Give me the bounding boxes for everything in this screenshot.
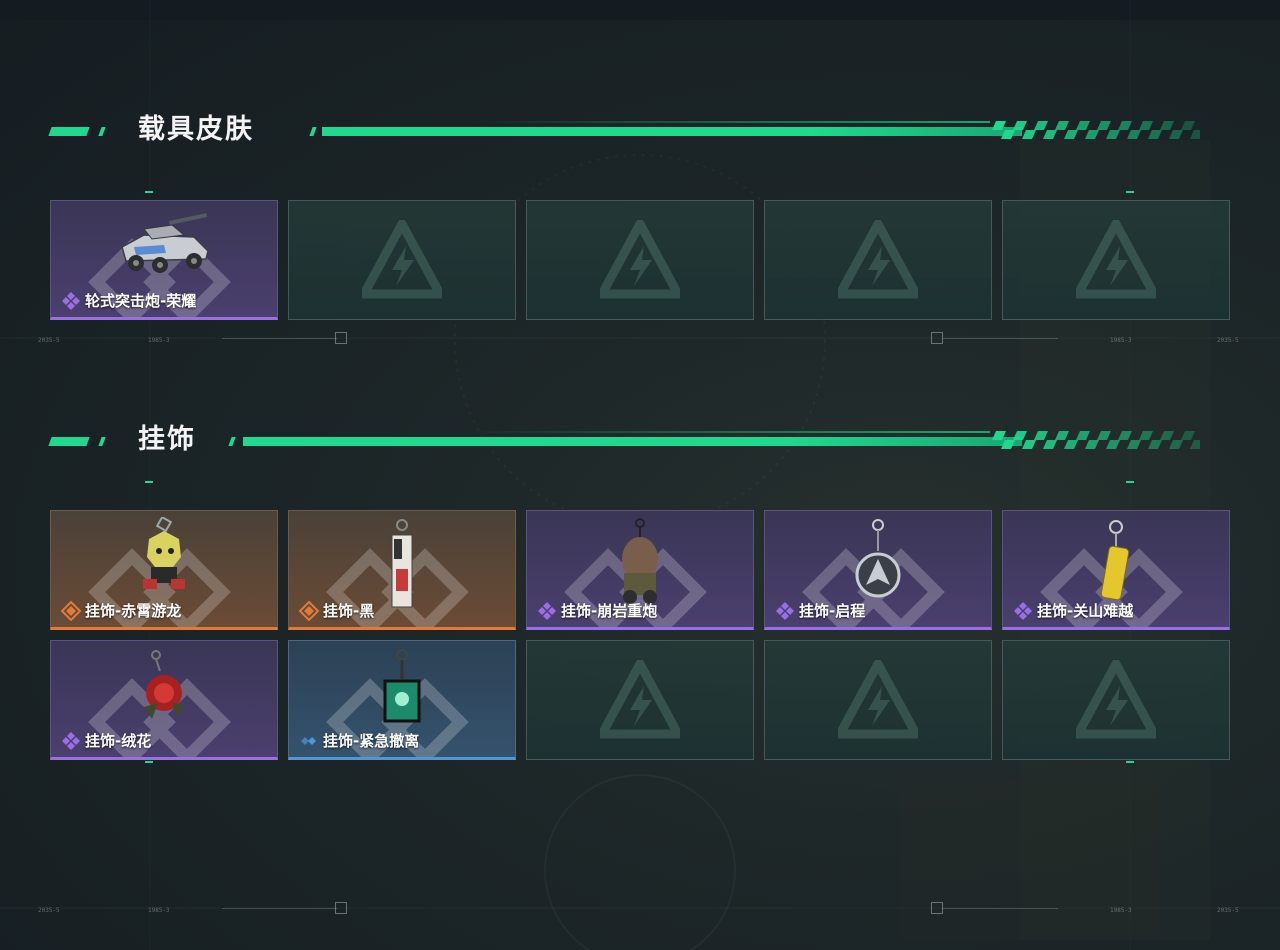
- pendant-grid-row-2: 挂饰-绒花 挂饰-紧急撤离: [50, 640, 1230, 760]
- hud-stamp: 1985-3: [1110, 907, 1132, 914]
- hud-stamp: 1985-3: [1110, 337, 1132, 344]
- empty-slot: [764, 200, 992, 320]
- corner-marker: [145, 191, 153, 193]
- item-card[interactable]: 挂饰-绒花: [50, 640, 278, 760]
- rarity-purple-icon: [538, 601, 556, 620]
- empty-slot: [1002, 640, 1230, 760]
- header-dash: [98, 127, 106, 136]
- placeholder-logo-icon: [600, 220, 680, 299]
- item-label-row: 轮式突击炮-荣耀: [61, 290, 196, 311]
- empty-slot: [526, 640, 754, 760]
- item-card[interactable]: 挂饰-紧急撤离: [288, 640, 516, 760]
- placeholder-logo-icon: [838, 660, 918, 739]
- hud-divider: [943, 338, 1058, 339]
- section-header-vehicle-skins: 载具皮肤: [48, 114, 1200, 145]
- item-card[interactable]: 轮式突击炮-荣耀: [50, 200, 278, 320]
- placeholder-logo-icon: [838, 220, 918, 299]
- corner-marker: [145, 481, 153, 483]
- hud-marker: [931, 902, 943, 914]
- item-label-row: 挂饰-紧急撤离: [299, 730, 419, 751]
- empty-slot: [1002, 200, 1230, 320]
- item-name: 挂饰-赤霄游龙: [85, 602, 182, 620]
- corner-marker: [145, 761, 153, 763]
- placeholder-logo-icon: [600, 660, 680, 739]
- header-dash: [309, 127, 317, 136]
- hud-divider: [222, 338, 337, 339]
- empty-slot: [288, 200, 516, 320]
- header-dash: [228, 437, 236, 446]
- item-card[interactable]: 挂饰-赤霄游龙: [50, 510, 278, 630]
- hud-stamp: 1985-3: [148, 337, 170, 344]
- item-name: 轮式突击炮-荣耀: [85, 292, 197, 310]
- hud-marker: [931, 332, 943, 344]
- rarity-blue-icon: [301, 736, 316, 745]
- rarity-purple-icon: [776, 601, 794, 620]
- item-name: 挂饰-关山难越: [1037, 602, 1134, 620]
- item-name: 挂饰-紧急撤离: [323, 732, 420, 750]
- placeholder-logo-icon: [1076, 660, 1156, 739]
- header-bar: [243, 437, 1022, 446]
- vehicle-skin-grid: 轮式突击炮-荣耀: [50, 200, 1230, 320]
- sack-figure-icon: [622, 518, 658, 604]
- header-line: [470, 121, 990, 123]
- hud-stamp: 2035-5: [38, 907, 60, 914]
- rarity-purple-icon: [62, 731, 80, 750]
- yellow-canister-icon: [1100, 520, 1130, 601]
- hud-marker: [335, 902, 347, 914]
- header-dash: [48, 127, 90, 136]
- item-name: 挂饰-黑: [323, 602, 375, 620]
- rarity-purple-icon: [62, 291, 80, 310]
- item-label-row: 挂饰-崩岩重炮: [537, 600, 657, 621]
- empty-slot: [764, 640, 992, 760]
- emblem-medal-icon: [855, 519, 901, 598]
- armored-car-icon: [121, 213, 209, 273]
- empty-slot: [526, 200, 754, 320]
- hud-stamp: 2035-5: [38, 337, 60, 344]
- rarity-purple-icon: [1014, 601, 1032, 620]
- corner-marker: [1126, 191, 1134, 193]
- item-label-row: 挂饰-黑: [299, 600, 374, 621]
- hud-divider: [943, 908, 1058, 909]
- item-name: 挂饰-启程: [799, 602, 866, 620]
- dragon-figure-icon: [143, 517, 185, 589]
- header-line: [470, 431, 990, 433]
- section-title: 挂饰: [138, 424, 196, 455]
- item-label-row: 挂饰-关山难越: [1013, 600, 1133, 621]
- item-label-row: 挂饰-绒花: [61, 730, 151, 751]
- rarity-orange-icon: [299, 600, 319, 621]
- top-bar: [0, 0, 1280, 20]
- header-bar: [322, 127, 1022, 136]
- item-card[interactable]: 挂饰-启程: [764, 510, 992, 630]
- red-rose-icon: [144, 650, 184, 719]
- item-card[interactable]: 挂饰-崩岩重炮: [526, 510, 754, 630]
- section-title: 载具皮肤: [138, 114, 254, 145]
- hud-marker: [335, 332, 347, 344]
- header-dash: [98, 437, 106, 446]
- section-header-pendants: 挂饰: [48, 424, 1200, 455]
- hud-divider: [222, 908, 337, 909]
- placeholder-logo-icon: [362, 220, 442, 299]
- hud-stamp: 2035-5: [1217, 337, 1239, 344]
- checker-pattern: [992, 431, 1200, 449]
- tag-charm-icon: [391, 519, 413, 608]
- item-label-row: 挂饰-启程: [775, 600, 865, 621]
- green-cube-icon: [383, 649, 421, 723]
- placeholder-logo-icon: [1076, 220, 1156, 299]
- corner-marker: [1126, 481, 1134, 483]
- corner-marker: [1126, 761, 1134, 763]
- rarity-orange-icon: [61, 600, 81, 621]
- item-name: 挂饰-崩岩重炮: [561, 602, 658, 620]
- item-card[interactable]: 挂饰-黑: [288, 510, 516, 630]
- header-dash: [48, 437, 90, 446]
- item-name: 挂饰-绒花: [85, 732, 152, 750]
- pendant-grid-row-1: 挂饰-赤霄游龙 挂饰-黑 挂饰-崩岩重炮 挂饰-启程 挂饰-关山难越: [50, 510, 1230, 630]
- hud-stamp: 1985-3: [148, 907, 170, 914]
- hud-stamp: 2035-5: [1217, 907, 1239, 914]
- item-label-row: 挂饰-赤霄游龙: [61, 600, 181, 621]
- item-card[interactable]: 挂饰-关山难越: [1002, 510, 1230, 630]
- checker-pattern: [992, 121, 1200, 139]
